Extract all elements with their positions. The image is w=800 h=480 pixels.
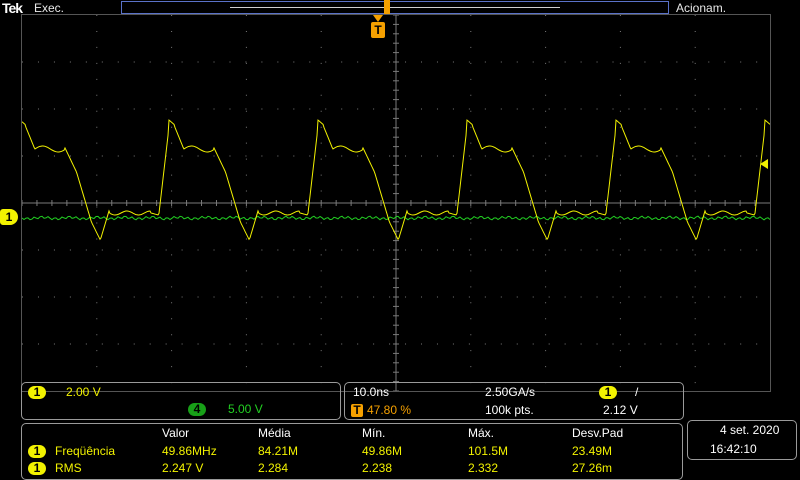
record-length: 100k pts.	[485, 403, 534, 417]
datetime-panel: 4 set. 2020 16:42:10	[687, 420, 797, 460]
meas-row-2-min: 2.238	[362, 461, 393, 475]
meas-row-1-name[interactable]: Freqüência	[55, 444, 115, 458]
acquisition-run-state[interactable]: Exec.	[34, 1, 64, 15]
meas-row-1-max: 101.5M	[468, 444, 509, 458]
col-header-desvpad: Desv.Pad	[572, 426, 624, 440]
trigger-source-badge: 1	[599, 386, 617, 399]
trigger-position[interactable]: 47.80 %	[367, 403, 411, 417]
trigger-level[interactable]: 2.12 V	[603, 403, 638, 417]
meas-row-2-badge: 1	[28, 462, 46, 475]
record-trigger-marker-icon	[384, 0, 390, 14]
meas-row-2-media: 2.284	[258, 461, 289, 475]
meas-row-1-min: 49.86M	[362, 444, 403, 458]
time: 16:42:10	[710, 442, 757, 456]
trigger-position-arrow-icon	[373, 15, 383, 22]
measurements-panel[interactable]: Valor Média Mín. Máx. Desv.Pad 1 Freqüên…	[21, 423, 683, 480]
col-header-valor: Valor	[162, 426, 190, 440]
meas-row-1-badge: 1	[28, 445, 46, 458]
sample-rate: 2.50GA/s	[485, 385, 536, 399]
trigger-level-arrow-icon[interactable]	[760, 159, 768, 169]
meas-row-1-media: 84.21M	[258, 444, 299, 458]
ch1-scale[interactable]: 2.00 V	[66, 385, 101, 399]
trigger-state: Acionam.	[676, 1, 727, 15]
vertical-settings-panel[interactable]: 1 2.00 V 4 5.00 V	[21, 382, 341, 420]
ch1-ground-marker[interactable]: 1	[0, 209, 18, 225]
meas-row-2-valor: 2.247 V	[162, 461, 204, 475]
ch4-badge: 4	[188, 403, 206, 416]
col-header-max: Máx.	[468, 426, 495, 440]
meas-row-1-desvpad: 23.49M	[572, 444, 613, 458]
waveform-graticule[interactable]	[21, 14, 771, 392]
trigger-position-marker[interactable]: T	[371, 22, 385, 38]
col-header-min: Mín.	[362, 426, 386, 440]
meas-row-2-desvpad: 27.26m	[572, 461, 613, 475]
horizontal-trigger-panel[interactable]: 10.0ns 2.50GA/s 1 / T 47.80 % 100k pts. …	[344, 382, 684, 420]
meas-row-2-name[interactable]: RMS	[55, 461, 82, 475]
tek-logo: Tek	[2, 0, 23, 16]
ch4-scale[interactable]: 5.00 V	[228, 402, 263, 416]
date: 4 set. 2020	[720, 423, 780, 437]
meas-row-1-valor: 49.86MHz	[162, 444, 217, 458]
trigger-position-icon: T	[351, 404, 363, 417]
col-header-media: Média	[258, 426, 291, 440]
meas-row-2-max: 2.332	[468, 461, 499, 475]
record-view-window	[230, 7, 560, 8]
time-per-division[interactable]: 10.0ns	[353, 385, 389, 399]
ch1-badge: 1	[28, 386, 46, 399]
grid	[22, 15, 770, 391]
trigger-slope-icon: /	[635, 385, 639, 399]
waveform-display	[22, 15, 770, 391]
